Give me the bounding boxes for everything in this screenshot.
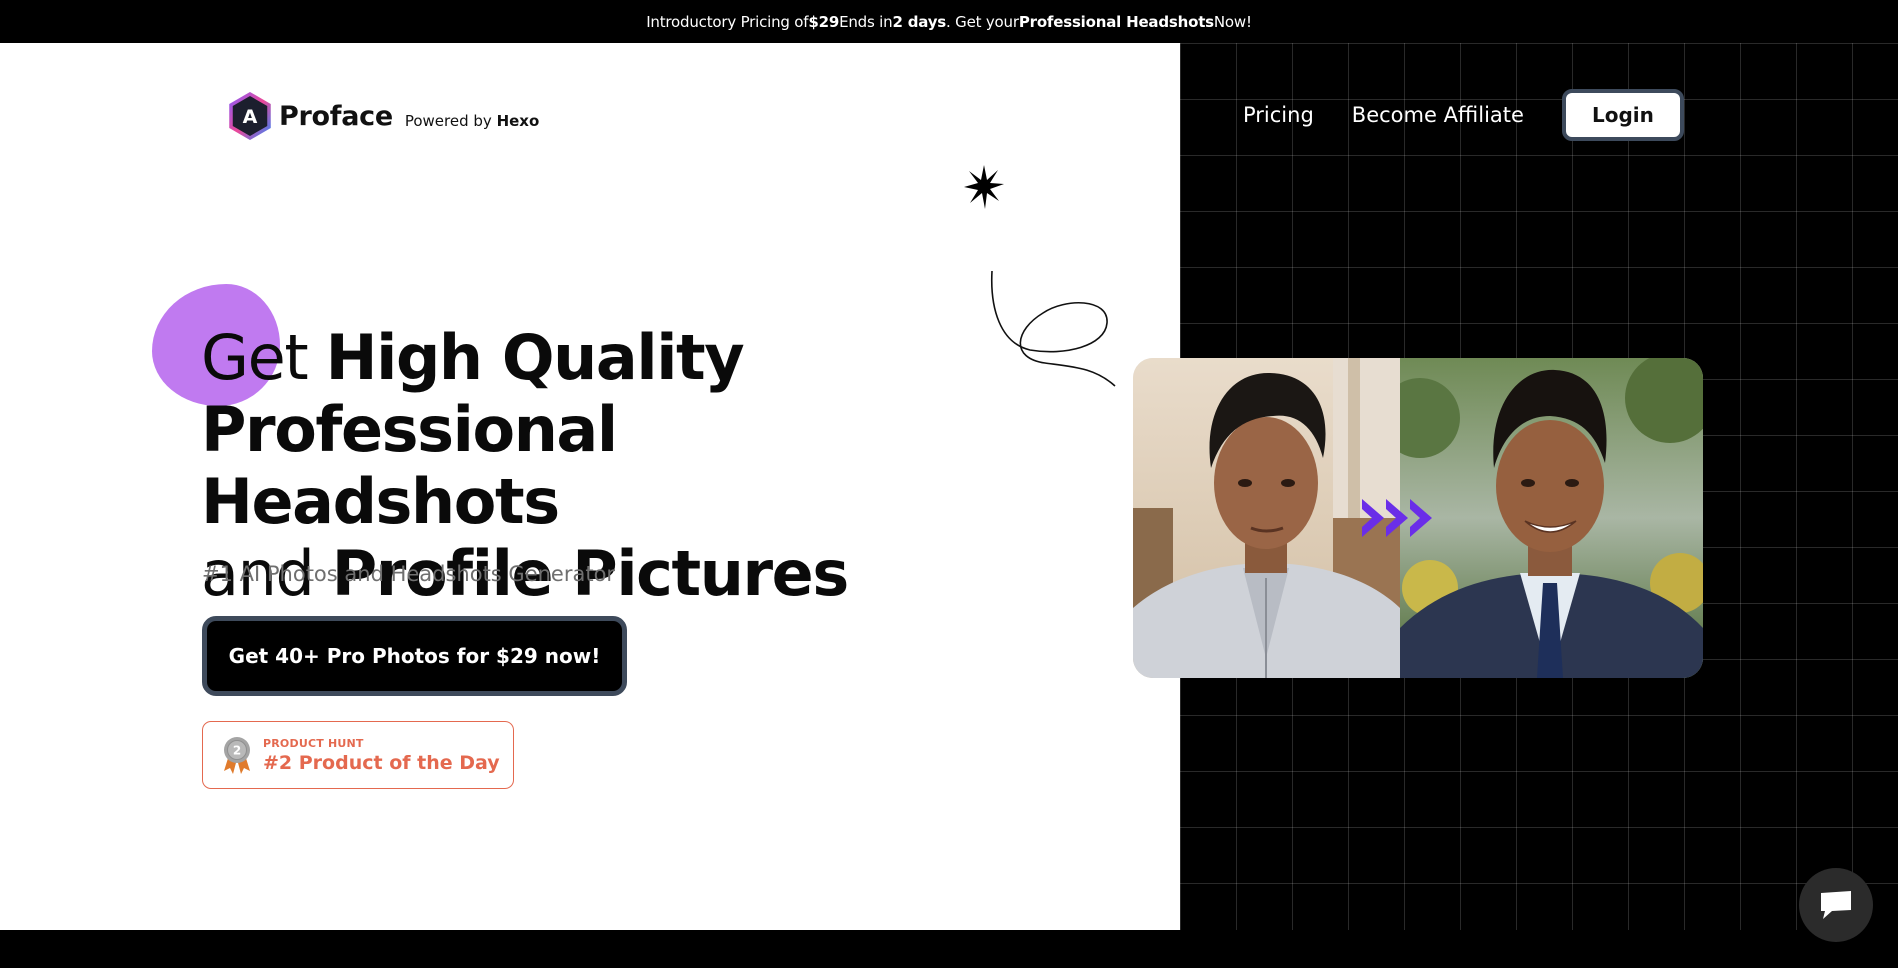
- nav-pricing-link[interactable]: Pricing: [1243, 103, 1314, 127]
- powered-prefix: Powered by: [404, 111, 497, 130]
- sparkle-star-icon: [964, 165, 1004, 209]
- squiggle-line-decoration: [990, 270, 1116, 387]
- promo-product: Professional Headshots: [1018, 12, 1214, 31]
- promo-days: 2 days: [892, 12, 947, 31]
- promo-price: $29: [808, 12, 840, 31]
- nav-affiliate-link[interactable]: Become Affiliate: [1352, 103, 1524, 127]
- promo-middle: Ends in: [839, 12, 893, 31]
- product-hunt-label: PRODUCT HUNT: [263, 736, 364, 750]
- promo-prefix: Introductory Pricing of: [646, 12, 809, 31]
- cta-get-photos-button[interactable]: Get 40+ Pro Photos for $29 now!: [202, 616, 627, 696]
- promo-middle2: . Get your: [946, 12, 1019, 31]
- logo-letter: A: [243, 106, 258, 128]
- headline-line1-bold: High Quality: [325, 321, 745, 394]
- bottom-strip: [0, 930, 1898, 968]
- hexagon-logo-icon: A: [229, 92, 271, 140]
- medal-icon: 2: [224, 737, 250, 774]
- after-professional-headshot-photo: [1400, 358, 1703, 678]
- powered-name: Hexo: [496, 111, 540, 130]
- promo-suffix: Now!: [1213, 12, 1252, 31]
- top-nav: Pricing Become Affiliate Login: [1243, 89, 1684, 141]
- chat-widget-button[interactable]: [1799, 868, 1873, 942]
- product-hunt-badge[interactable]: 2 PRODUCT HUNT #2 Product of the Day: [202, 721, 514, 789]
- login-button[interactable]: Login: [1561, 89, 1684, 141]
- promo-banner: Introductory Pricing of $29 Ends in 2 da…: [0, 0, 1898, 43]
- brand-logo[interactable]: A Proface Powered by Hexo: [228, 92, 539, 140]
- transform-arrows-icon: [1362, 499, 1432, 537]
- powered-by: Powered by Hexo: [405, 112, 539, 130]
- headline-line1-light: Get: [201, 321, 326, 394]
- chat-bubble-icon: [1821, 891, 1851, 919]
- medal-number: 2: [233, 744, 241, 758]
- headline-line2-bold: Professional Headshots: [201, 393, 618, 538]
- brand-name: Proface: [279, 100, 393, 132]
- hero-subtitle: #1 AI Photos and Headshots Generator: [202, 562, 616, 586]
- product-hunt-text: PRODUCT HUNT #2 Product of the Day: [263, 737, 500, 774]
- product-hunt-rank: #2 Product of the Day: [263, 751, 500, 774]
